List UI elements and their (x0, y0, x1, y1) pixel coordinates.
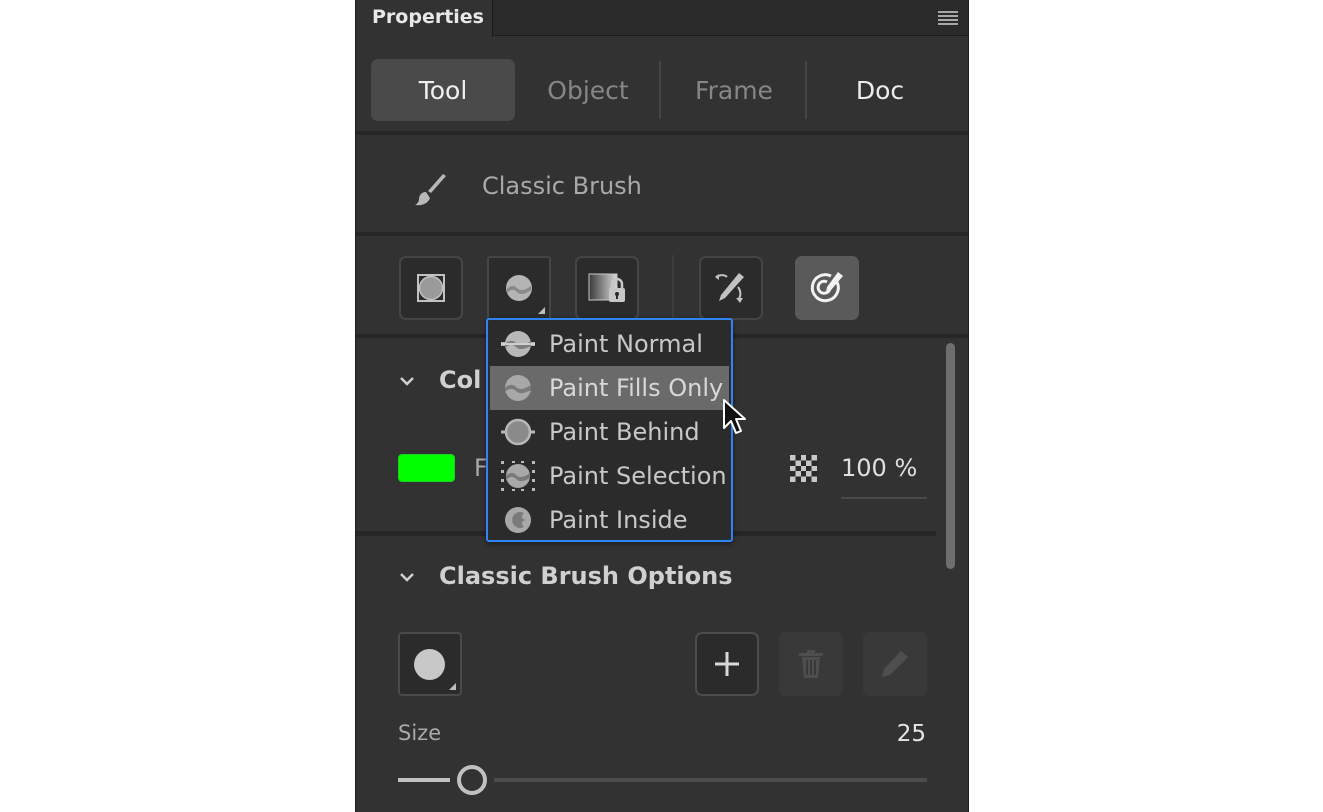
panel-header: Properties (356, 0, 968, 37)
paint-fills-only-icon (506, 275, 532, 301)
menu-item-label: Paint Selection (549, 462, 727, 490)
lock-fill-icon (588, 273, 625, 302)
add-brush-button[interactable] (695, 632, 759, 696)
properties-tabs: Tool Object Frame Doc (356, 37, 968, 135)
brush-rotate-button[interactable] (699, 256, 763, 320)
current-tool-row: Classic Brush (356, 139, 968, 236)
tab-separator (659, 61, 661, 119)
lock-fill-button[interactable] (575, 256, 639, 320)
submenu-indicator (449, 683, 456, 690)
chevron-down-icon[interactable] (400, 570, 414, 584)
plus-icon (715, 652, 739, 676)
menu-item-paint-fills-only[interactable]: Paint Fills Only (490, 366, 729, 410)
slider-track (494, 778, 927, 782)
chevron-down-icon[interactable] (400, 374, 414, 388)
alpha-checker-icon[interactable] (790, 455, 817, 482)
menu-item-label: Paint Inside (549, 506, 688, 534)
brush-icon (415, 174, 446, 206)
hamburger-menu-icon[interactable] (938, 11, 958, 25)
submenu-indicator (538, 307, 545, 314)
fill-color-swatch[interactable] (398, 454, 455, 482)
menu-item-paint-behind[interactable]: Paint Behind (488, 410, 731, 454)
alpha-value-field[interactable]: 100 % (841, 454, 917, 482)
pressure-target-icon (810, 272, 843, 303)
tab-object[interactable]: Object (516, 59, 660, 121)
object-drawing-button[interactable] (399, 256, 463, 320)
pressure-button[interactable] (795, 256, 859, 320)
tool-name: Classic Brush (482, 172, 642, 200)
edit-brush-button[interactable] (863, 632, 927, 696)
tab-doc[interactable]: Doc (808, 59, 952, 121)
size-label: Size (398, 721, 442, 745)
alpha-underline (841, 497, 927, 499)
slider-fill (398, 778, 450, 782)
pencil-icon (882, 651, 908, 677)
object-drawing-icon (417, 274, 445, 302)
brush-mode-button[interactable] (487, 256, 551, 320)
brush-mode-menu: Paint Normal Paint Fills Only Paint Behi… (486, 318, 733, 542)
menu-item-paint-selection[interactable]: Paint Selection (488, 454, 731, 498)
brush-options-title[interactable]: Classic Brush Options (439, 562, 733, 590)
paint-fills-only-icon (505, 375, 531, 401)
paint-normal-icon (501, 331, 535, 357)
paint-inside-icon (505, 507, 531, 533)
size-value[interactable]: 25 (897, 721, 926, 747)
toolbar-separator (672, 255, 674, 319)
brush-shape-circle-icon (414, 649, 445, 680)
paint-selection-icon (501, 461, 535, 491)
trash-icon (799, 650, 823, 678)
color-section-title[interactable]: Col (439, 366, 481, 394)
pencil-rotate-icon (715, 273, 744, 303)
tab-frame[interactable]: Frame (662, 59, 806, 121)
size-slider[interactable] (398, 764, 927, 796)
menu-item-paint-normal[interactable]: Paint Normal (488, 322, 731, 366)
menu-item-label: Paint Normal (549, 330, 703, 358)
brush-shape-button[interactable] (398, 632, 462, 696)
panel-title-tab[interactable]: Properties (356, 0, 493, 37)
menu-item-label: Paint Behind (549, 418, 700, 446)
delete-brush-button[interactable] (779, 632, 843, 696)
tab-tool[interactable]: Tool (371, 59, 515, 121)
menu-item-label: Paint Fills Only (549, 374, 724, 402)
menu-item-paint-inside[interactable]: Paint Inside (488, 498, 731, 542)
tab-separator (805, 61, 807, 119)
slider-thumb[interactable] (457, 765, 487, 795)
paint-behind-icon (501, 418, 535, 446)
scrollbar-thumb[interactable] (946, 343, 955, 569)
